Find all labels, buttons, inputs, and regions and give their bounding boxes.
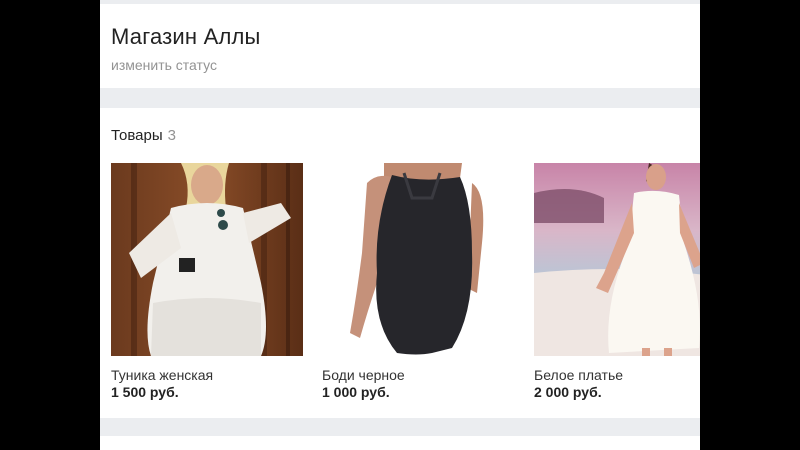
product-card[interactable]: Туника женская 1 500 руб. <box>111 163 303 401</box>
product-title: Белое платье <box>534 367 624 383</box>
app-screen: Магазин Аллы изменить статус Товары 3 Ту… <box>100 0 700 450</box>
shop-header-card: Магазин Аллы изменить статус <box>100 4 700 88</box>
products-count: 3 <box>167 127 176 144</box>
product-title: Боди черное <box>322 367 405 383</box>
shop-name: Магазин Аллы <box>111 24 261 49</box>
products-heading[interactable]: Товары 3 <box>111 127 176 144</box>
next-section-card <box>100 436 700 450</box>
product-price: 1 500 руб. <box>111 384 179 400</box>
product-price: 2 000 руб. <box>534 384 602 400</box>
product-price: 1 000 руб. <box>322 384 390 400</box>
product-card[interactable]: Боди черное 1 000 руб. <box>322 163 514 401</box>
product-image-bodysuit[interactable] <box>322 163 514 356</box>
products-section: Товары 3 Туника женская 1 500 руб. Боди … <box>100 108 700 418</box>
products-heading-label: Товары <box>111 127 163 144</box>
edit-status-link[interactable]: изменить статус <box>111 57 217 73</box>
product-image-white-dress[interactable] <box>534 163 700 356</box>
product-title: Туника женская <box>111 367 214 383</box>
product-image-tunic[interactable] <box>111 163 303 356</box>
product-card[interactable]: Белое платье 2 000 руб. <box>534 163 700 401</box>
